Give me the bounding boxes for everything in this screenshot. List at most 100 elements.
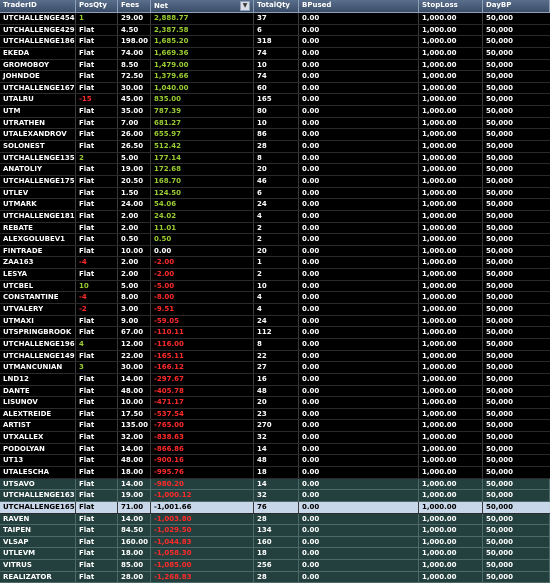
column-header-bpused[interactable]: BPused <box>299 0 419 12</box>
table-row[interactable]: JOHNDOE Flat 72.50 1,379.66 74 0.00 1,000.00 50… <box>0 71 550 83</box>
column-header-stoploss[interactable]: StopLoss <box>419 0 483 12</box>
bpused-cell: 0.00 <box>299 443 419 455</box>
table-row[interactable]: UTVALERY -2 3.00 -9.51 4 0.00 1,000.00 50,000 <box>0 304 550 316</box>
trader-id-cell: UTRATHEN <box>0 117 76 129</box>
table-row[interactable]: UTCHALLENGE165 Flat 71.00 -1,001.66 76 0.00 1,… <box>0 501 550 514</box>
sort-dropdown-icon[interactable]: ▼ <box>240 1 250 11</box>
table-row[interactable]: UTMANCUNIAN 3 30.00 -166.12 27 0.00 1,000.00 50… <box>0 362 550 374</box>
table-row[interactable]: UTSPRINGBROOK Flat 67.00 -110.11 112 0.00 1,00… <box>0 327 550 339</box>
net-cell: 512.42 <box>151 141 254 152</box>
table-row[interactable]: VITRUS Flat 85.00 -1,085.00 256 0.00 1,000.00 5… <box>0 560 550 572</box>
column-header-daybp[interactable]: DayBP <box>483 0 550 12</box>
table-row[interactable]: UTCHALLENGE196 4 12.00 -116.00 8 0.00 1,000.00… <box>0 338 550 351</box>
bpused-cell: 0.00 <box>299 304 419 315</box>
daybp-cell: 50,000 <box>486 444 514 453</box>
column-header-fees[interactable]: Fees <box>118 0 151 12</box>
daybp-cell: 50,000 <box>486 118 514 127</box>
trader-id-cell: UTMARK <box>0 199 76 210</box>
table-row[interactable]: TAIPEN Flat 84.50 -1,029.50 134 0.00 1,000.00 5… <box>0 525 550 537</box>
stoploss-cell: 1,000.00 <box>419 117 483 129</box>
daybp-cell: 50,000 <box>483 536 550 548</box>
stoploss-cell: 1,000.00 <box>419 478 483 490</box>
posqty-cell: Flat <box>76 141 118 152</box>
table-row[interactable]: SOLONEST Flat 26.50 512.42 28 0.00 1,000.00 50,… <box>0 141 550 153</box>
bpused-cell: 0.00 <box>299 36 419 47</box>
table-row[interactable]: UTALRU -15 45.00 835.00 165 0.00 1,000.00 50,00… <box>0 94 550 107</box>
table-row[interactable]: REALIZATOR Flat 28.00 -1,268.83 28 0.00 1,000.… <box>0 571 550 583</box>
table-row[interactable]: GROMOBOY Flat 8.50 1,479.00 10 0.00 1,000.00 50… <box>0 59 550 72</box>
column-header-net[interactable]: Net ▼ <box>151 0 254 12</box>
column-header-traderid[interactable]: TraderID <box>0 0 76 12</box>
table-row[interactable]: PODOLYAN Flat 14.00 -866.86 14 0.00 1,000.00 50… <box>0 443 550 456</box>
table-row[interactable]: UTCHALLENGE175 Flat 20.50 168.70 46 0.00 1,000… <box>0 175 550 188</box>
net-cell: -405.78 <box>151 385 254 397</box>
totalqty-cell: 20 <box>254 245 299 257</box>
totalqty-cell: 2 <box>254 269 299 280</box>
table-row[interactable]: UTCHALLENGE149 Flat 22.00 -165.11 22 0.00 1,00… <box>0 350 550 363</box>
table-row[interactable]: UTCHALLENGE186 Flat 198.00 1,685.20 318 0.00 1… <box>0 36 550 48</box>
fees-cell: 14.00 <box>118 513 151 525</box>
table-row[interactable]: ZAA163 -4 2.00 -2.00 1 0.00 1,000.00 50,000 <box>0 257 550 270</box>
column-header-totalqty[interactable]: TotalQty <box>254 0 299 12</box>
table-row[interactable]: UTM Flat 35.00 787.39 80 0.00 1,000.00 50,000 <box>0 106 550 118</box>
posqty-cell: Flat <box>76 443 118 455</box>
table-row[interactable]: UTALESCHA Flat 18.00 -995.76 18 0.00 1,000.00 5… <box>0 466 550 479</box>
net-cell: -1,044.83 <box>151 536 254 548</box>
table-row[interactable]: UTCHALLENGE454 1 29.00 2,888.77 37 0.00 1,000.… <box>0 13 550 25</box>
table-row[interactable]: UTSAVO Flat 14.00 -980.20 14 0.00 1,000.00 50,0… <box>0 478 550 491</box>
table-row[interactable]: FINTRADE Flat 10.00 0.00 20 0.00 1,000.00 50,00… <box>0 245 550 258</box>
stoploss-cell: 1,000.00 <box>419 466 483 478</box>
table-row[interactable]: ALEXTREIDE Flat 17.50 -537.54 23 0.00 1,000.00… <box>0 408 550 421</box>
table-row[interactable]: LISUNOV Flat 10.00 -471.17 20 0.00 1,000.00 50,… <box>0 397 550 409</box>
table-row[interactable]: UT13 Flat 48.00 -900.16 48 0.00 1,000.00 50,000 <box>0 455 550 467</box>
table-row[interactable]: UTCHALLENGE181 Flat 2.00 24.02 4 0.00 1,000.00… <box>0 210 550 223</box>
table-row[interactable]: VLSAP Flat 160.00 -1,044.83 160 0.00 1,000.00 5… <box>0 536 550 549</box>
bpused-cell: 0.00 <box>299 47 419 59</box>
table-row[interactable]: UTCBEL 10 5.00 -5.00 10 0.00 1,000.00 50,000 <box>0 280 550 293</box>
bpused-cell: 0.00 <box>299 152 419 164</box>
net-cell: 54.06 <box>151 199 254 210</box>
totalqty-cell: 160 <box>254 536 299 548</box>
bpused-cell: 0.00 <box>299 292 419 304</box>
table-row[interactable]: UTCHALLENGE167 Flat 30.00 1,040.00 60 0.00 1,0… <box>0 82 550 95</box>
column-header-posqty[interactable]: PosQty <box>76 0 118 12</box>
fees-cell: 45.00 <box>118 94 151 106</box>
table-row[interactable]: CONSTANTINE -4 8.00 -8.00 4 0.00 1,000.00 50,00… <box>0 292 550 305</box>
fees-cell: 24.00 <box>118 199 151 210</box>
stoploss-cell: 1,000.00 <box>419 408 483 420</box>
table-row[interactable]: LESYA Flat 2.00 -2.00 2 0.00 1,000.00 50,000 <box>0 269 550 281</box>
daybp-cell: 50,000 <box>486 374 514 383</box>
table-row[interactable]: EKEDA Flat 74.00 1,669.36 74 0.00 1,000.00 50,0… <box>0 47 550 60</box>
table-row[interactable]: ARTIST Flat 135.00 -765.00 270 0.00 1,000.00 50… <box>0 420 550 433</box>
net-cell: -838.63 <box>151 432 254 443</box>
net-cell: -866.86 <box>151 443 254 455</box>
table-row[interactable]: ALEXGOLUBEV1 Flat 0.50 0.50 2 0.00 1,000.00 50,… <box>0 234 550 246</box>
table-row[interactable]: REBATE Flat 2.00 11.01 2 0.00 1,000.00 50,000 <box>0 222 550 235</box>
fees-cell: 14.00 <box>118 373 151 385</box>
table-row[interactable]: UTXALLEX Flat 32.00 -838.63 32 0.00 1,000.00 50… <box>0 432 550 444</box>
totalqty-cell: 2 <box>254 234 299 245</box>
table-row[interactable]: UTLEV Flat 1.50 124.50 6 0.00 1,000.00 50,000 <box>0 187 550 200</box>
table-row[interactable]: ANATOLIY Flat 19.00 172.68 20 0.00 1,000.00 50,… <box>0 164 550 176</box>
grid-body: UTCHALLENGE454 1 29.00 2,888.77 37 0.00 1,000.… <box>0 13 550 583</box>
fees-cell: 35.00 <box>118 106 151 117</box>
table-row[interactable]: LND12 Flat 14.00 -297.67 16 0.00 1,000.00 50,00… <box>0 373 550 386</box>
bpused-cell: 0.00 <box>299 420 419 432</box>
table-row[interactable]: UTRATHEN Flat 7.00 681.27 10 0.00 1,000.00 50,0… <box>0 117 550 130</box>
table-row[interactable]: UTCHALLENGE163 Flat 19.00 -1,000.12 32 0.00 1,… <box>0 490 550 502</box>
totalqty-cell: 4 <box>254 210 299 222</box>
totalqty-cell: 165 <box>254 94 299 106</box>
table-row[interactable]: UTMARK Flat 24.00 54.06 24 0.00 1,000.00 50,000 <box>0 199 550 211</box>
table-row[interactable]: UTCHALLENGE135 2 5.00 177.14 8 0.00 1,000.00 50… <box>0 152 550 165</box>
table-row[interactable]: UTCHALLENGE429 Flat 4.50 2,387.58 6 0.00 1,000… <box>0 24 550 37</box>
table-row[interactable]: DANTE Flat 48.00 -405.78 48 0.00 1,000.00 50,00… <box>0 385 550 398</box>
net-cell: 1,479.00 <box>151 59 254 71</box>
posqty-cell: Flat <box>76 455 118 466</box>
bpused-cell: 0.00 <box>299 280 419 292</box>
table-row[interactable]: UTLEVM Flat 18.00 -1,058.30 18 0.00 1,000.00 50… <box>0 548 550 561</box>
table-row[interactable]: UTMAXI Flat 9.00 -59.05 24 0.00 1,000.00 50,000 <box>0 315 550 328</box>
posqty-cell: Flat <box>76 24 118 36</box>
net-cell: -1,268.83 <box>151 571 254 583</box>
table-row[interactable]: RAVEN Flat 14.00 -1,003.80 28 0.00 1,000.00 50,… <box>0 513 550 526</box>
table-row[interactable]: UTALEXANDROV Flat 26.00 655.97 86 0.00 1,000.0… <box>0 129 550 142</box>
